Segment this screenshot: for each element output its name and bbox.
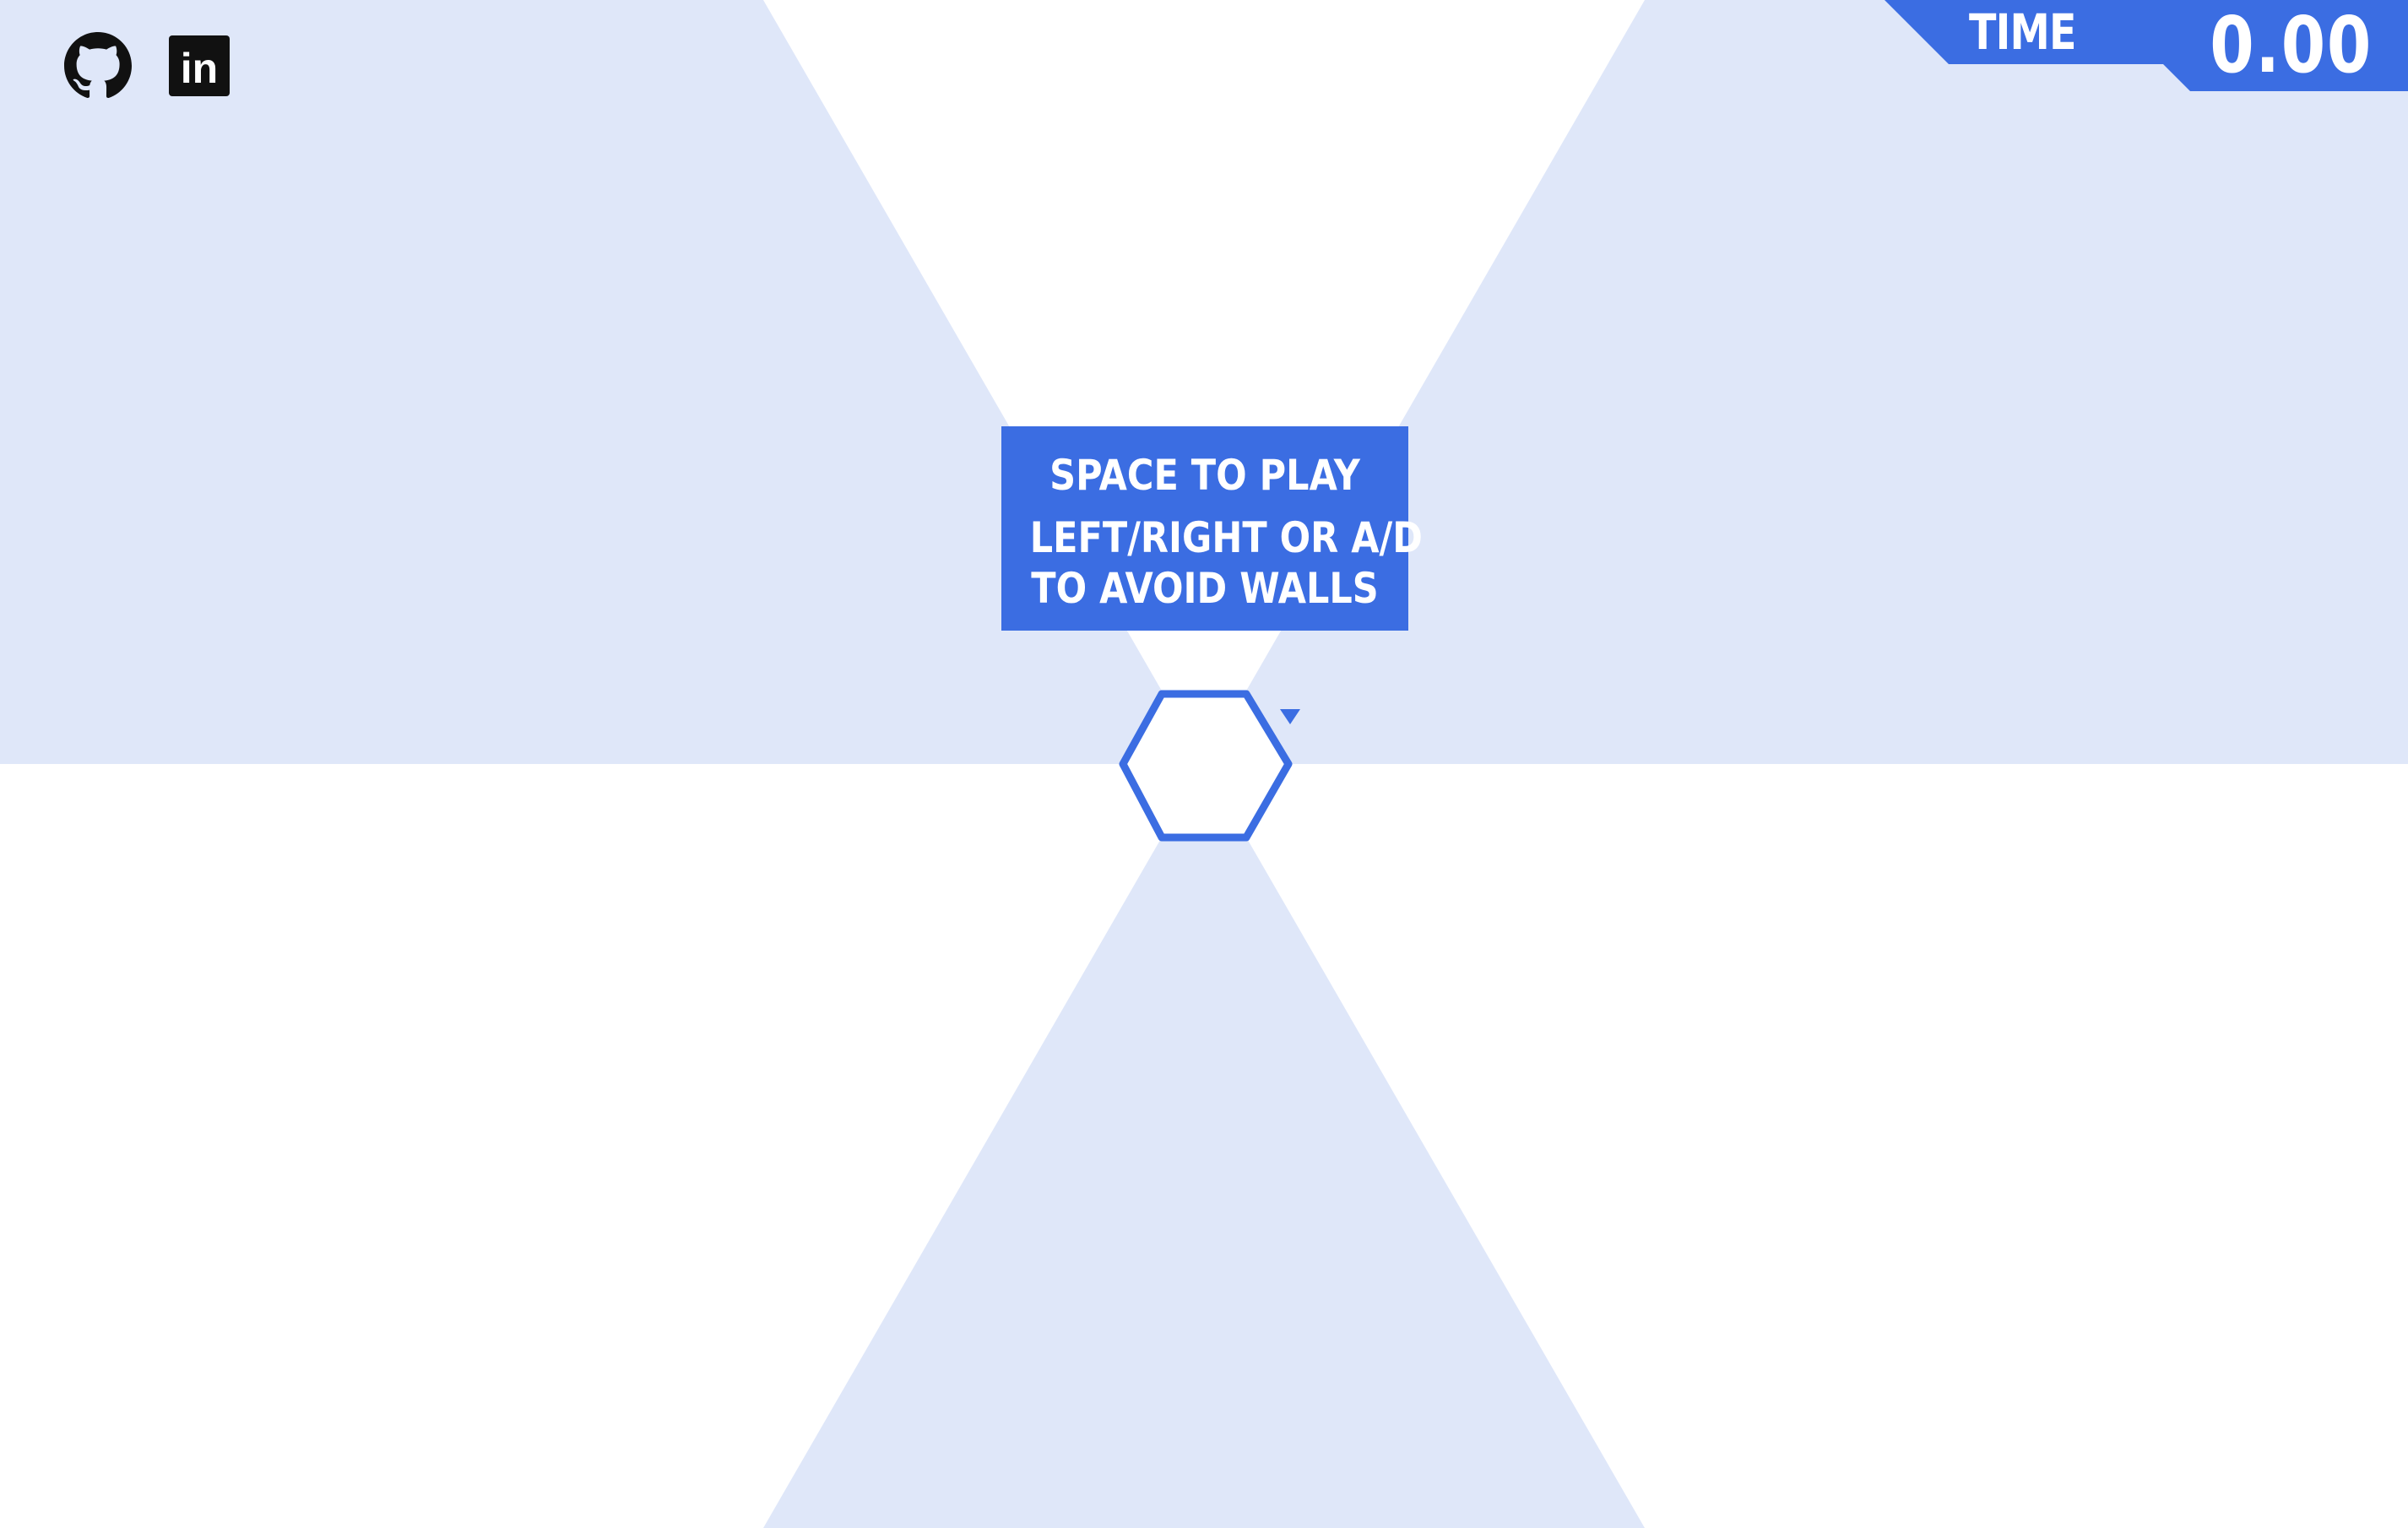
controls-hint: LEFT/RIGHT OR A/D TO AVOID WALLS xyxy=(1029,512,1423,614)
time-value: 0.00 xyxy=(2210,0,2373,90)
social-links: in xyxy=(64,32,233,100)
linkedin-link[interactable]: in xyxy=(165,32,233,100)
github-link[interactable] xyxy=(64,32,132,100)
instructions-panel: SPACE TO PLAY LEFT/RIGHT OR A/D TO AVOID… xyxy=(1001,426,1423,631)
play-prompt: SPACE TO PLAY xyxy=(1049,451,1360,500)
github-icon xyxy=(64,32,132,99)
linkedin-glyph: in xyxy=(181,45,218,92)
controls-line-1: LEFT/RIGHT OR A/D xyxy=(1029,513,1423,562)
game-field[interactable] xyxy=(0,0,2408,1528)
linkedin-icon: in xyxy=(169,35,230,96)
time-panel: TIME 0.00 xyxy=(1885,0,2408,91)
time-label: TIME xyxy=(1969,3,2076,61)
controls-line-2: TO AVOID WALLS xyxy=(1031,564,1379,613)
